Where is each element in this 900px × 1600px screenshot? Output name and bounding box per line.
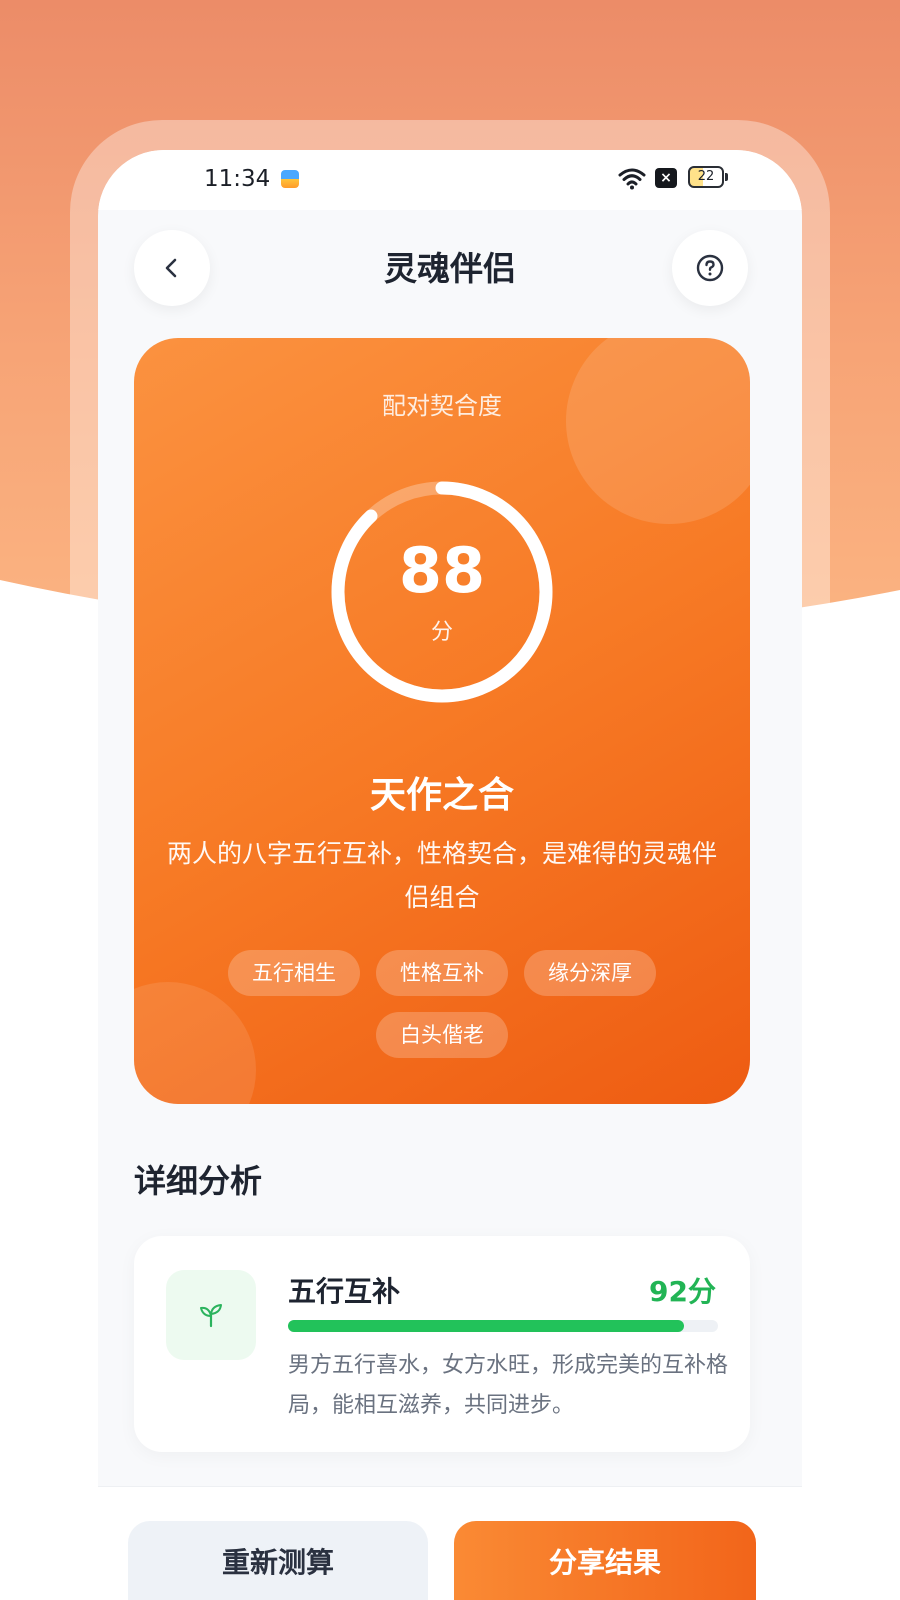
close-notification-icon: ×: [655, 168, 677, 188]
section-title: 详细分析: [134, 1162, 263, 1200]
score-value: 88: [398, 534, 486, 607]
analysis-title: 五行互补: [288, 1275, 401, 1308]
tag: 五行相生: [228, 950, 360, 996]
score-unit: 分: [430, 620, 453, 645]
progress-track: [288, 1320, 718, 1332]
question-circle-icon: [696, 254, 724, 282]
tag: 白头偕老: [376, 1012, 508, 1058]
result-description: 两人的八字五行互补，性格契合，是难得的灵魂伴侣组合: [166, 839, 717, 912]
help-button[interactable]: [672, 230, 748, 306]
score-label: 配对契合度: [382, 392, 502, 420]
analysis-item[interactable]: 五行互补 92分 男方五行喜水，女方水旺，形成完美的互补格局，能相互滋养，共同进…: [134, 1236, 750, 1452]
bottom-action-bar: 重新测算 分享结果: [98, 1486, 802, 1600]
battery-indicator: 22: [688, 166, 724, 188]
decorative-circle: [566, 338, 750, 524]
analysis-description: 男方五行喜水，女方水旺，形成完美的互补格局，能相互滋养，共同进步。: [288, 1353, 729, 1418]
analysis-icon-box: [166, 1270, 256, 1360]
analysis-score: 92分: [649, 1275, 716, 1308]
app-screen: 11:34 × 22 灵魂伴侣 配对契合度 88 分 天作之合 两人的八字五行互…: [98, 150, 802, 1600]
status-bar: 11:34 × 22: [98, 150, 802, 210]
score-card: 配对契合度 88 分 天作之合 两人的八字五行互补，性格契合，是难得的灵魂伴侣组…: [134, 338, 750, 1104]
retry-button[interactable]: 重新测算: [128, 1521, 428, 1600]
result-title: 天作之合: [369, 775, 514, 816]
notification-app-icon: [281, 170, 299, 188]
tag: 缘分深厚: [524, 950, 656, 996]
status-time: 11:34: [204, 166, 271, 192]
wifi-icon: [618, 168, 646, 190]
progress-fill: [288, 1320, 684, 1332]
tag-list: 五行相生 性格互补 缘分深厚 白头偕老: [204, 950, 680, 1058]
share-button[interactable]: 分享结果: [454, 1521, 756, 1600]
sprout-icon: [200, 1304, 222, 1328]
battery-nub: [725, 173, 728, 181]
tag: 性格互补: [376, 950, 508, 996]
